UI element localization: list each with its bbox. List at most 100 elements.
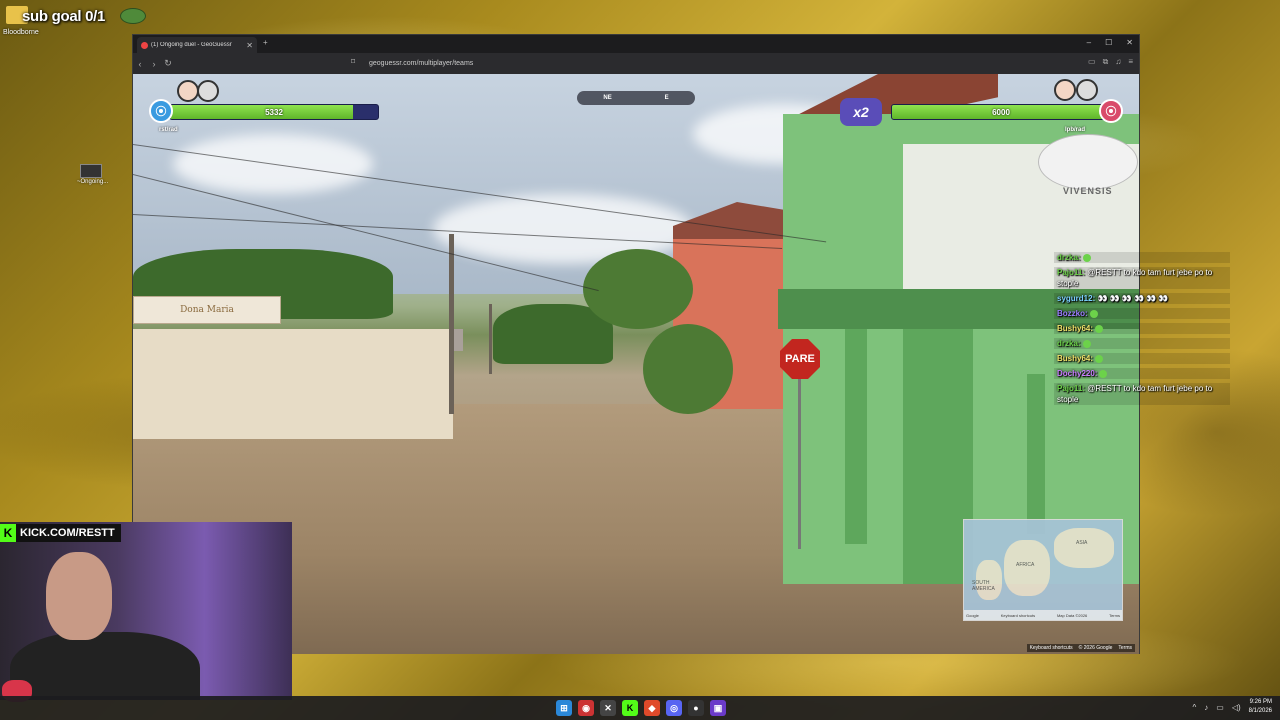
compass-e: E bbox=[664, 95, 669, 101]
palm-tree bbox=[583, 249, 693, 329]
minimap-label-south-america: SOUTH AMERICA bbox=[972, 580, 995, 592]
chat-username[interactable]: drzka: bbox=[1057, 339, 1081, 348]
maximize-button[interactable]: ☐ bbox=[1105, 38, 1112, 47]
kick-app-icon[interactable]: K bbox=[622, 700, 638, 716]
network-icon[interactable]: ▭ bbox=[1216, 703, 1224, 712]
left-team-pin-icon: ⦿ bbox=[149, 99, 173, 123]
stop-sign-text: PARE bbox=[785, 353, 815, 365]
close-window-button[interactable]: ✕ bbox=[1126, 38, 1133, 47]
cast-icon[interactable]: ▭ bbox=[1088, 57, 1096, 67]
mic-icon[interactable]: ♪ bbox=[1204, 703, 1208, 712]
chat-message: drzka: bbox=[1054, 252, 1230, 263]
chat-emote-icon bbox=[1089, 309, 1098, 318]
volume-icon[interactable]: ◁) bbox=[1232, 703, 1241, 712]
music-icon[interactable]: ♫ bbox=[1115, 57, 1121, 67]
window-controls: – ☐ ✕ bbox=[1087, 38, 1133, 47]
menu-icon[interactable]: ≡ bbox=[1128, 57, 1133, 67]
back-button[interactable]: ‹ bbox=[133, 59, 147, 69]
player-avatar bbox=[1054, 79, 1076, 101]
chat-username[interactable]: Bozzko: bbox=[1057, 309, 1088, 318]
chat-emote-icon bbox=[1099, 369, 1108, 378]
chat-message: Bushy64: bbox=[1054, 353, 1230, 364]
clock[interactable]: 9:26 PM 8/1/2026 bbox=[1249, 698, 1272, 716]
chat-message: Bushy64: bbox=[1054, 323, 1230, 334]
system-tray: ^ ♪ ▭ ◁) 9:26 PM 8/1/2026 bbox=[1192, 698, 1272, 716]
street-terms-link[interactable]: Terms bbox=[1118, 645, 1132, 651]
minimap-label-asia: ASIA bbox=[1076, 540, 1088, 546]
tab-title: (1) Ongoing duel - GeoGuessr bbox=[151, 42, 232, 48]
street-shortcuts-link[interactable]: Keyboard shortcuts bbox=[1030, 645, 1073, 651]
nav-bar: ‹ › ↻ ⌑ geoguessr.com/multiplayer/teams … bbox=[133, 53, 1139, 74]
chat-username[interactable]: drzka: bbox=[1057, 253, 1081, 262]
sub-goal-text: sub goal 0/1 bbox=[22, 8, 106, 25]
brave-browser-icon[interactable]: ◆ bbox=[644, 700, 660, 716]
webcam-feed bbox=[0, 522, 292, 700]
chat-username[interactable]: Bushy64: bbox=[1057, 324, 1093, 333]
obs-icon[interactable]: ● bbox=[688, 700, 704, 716]
streamer-body bbox=[10, 632, 200, 700]
kick-logo-icon: K bbox=[0, 524, 16, 542]
forward-button[interactable]: › bbox=[147, 59, 161, 69]
minimap-terms[interactable]: Terms bbox=[1109, 613, 1120, 618]
x-app-icon[interactable]: ✕ bbox=[600, 700, 616, 716]
utility-pole bbox=[449, 234, 454, 414]
chat-username[interactable]: Bushy64: bbox=[1057, 354, 1093, 363]
chat-emote-icon bbox=[1095, 324, 1104, 333]
chat-text: 👀 👀 👀 👀 👀 👀 bbox=[1097, 294, 1169, 303]
minimap-africa bbox=[1004, 540, 1050, 596]
taskbar-apps: ⊞ ◉ ✕ K ◆ ◎ ● ▣ bbox=[556, 700, 726, 716]
clock-time: 9:26 PM bbox=[1249, 699, 1272, 705]
player-avatar bbox=[197, 80, 219, 102]
minimap-map-data: Map Data ©2026 bbox=[1056, 612, 1088, 618]
discord-icon[interactable]: ◎ bbox=[666, 700, 682, 716]
minimap-shortcuts[interactable]: Keyboard shortcuts bbox=[1001, 613, 1035, 618]
tray-chevron-icon[interactable]: ^ bbox=[1192, 703, 1196, 712]
chat-emote-icon bbox=[1095, 354, 1104, 363]
chat-message: Bozzko: bbox=[1054, 308, 1230, 319]
minimap-footer: Google Keyboard shortcuts Map Data ©2026… bbox=[964, 610, 1122, 620]
reload-button[interactable]: ↻ bbox=[161, 58, 175, 69]
dish-brand-text: VIVENSIS bbox=[1063, 186, 1113, 196]
desktop-file-label: ~Ongoing... bbox=[77, 179, 109, 185]
chat-username[interactable]: sygurd12: bbox=[1057, 294, 1095, 303]
chat-username[interactable]: Dochy220: bbox=[1057, 369, 1097, 378]
minimap-label-africa: AFRICA bbox=[1016, 562, 1035, 568]
green-pillar bbox=[1027, 374, 1045, 534]
streamer-head bbox=[46, 552, 112, 640]
new-tab-button[interactable]: + bbox=[263, 38, 268, 47]
bookmark-icon[interactable]: ⌑ bbox=[351, 57, 355, 66]
guess-minimap[interactable]: AFRICA SOUTH AMERICA ASIA Google Keyboar… bbox=[963, 519, 1123, 621]
tab-close-icon[interactable]: ✕ bbox=[246, 41, 253, 50]
chat-username[interactable]: Pajo11: bbox=[1057, 384, 1085, 393]
start-icon[interactable]: ⊞ bbox=[556, 700, 572, 716]
minimap-asia bbox=[1054, 528, 1114, 568]
stream-chat: drzka: Pajo11: @RESTT to kdo tam furt jeb… bbox=[1054, 252, 1230, 409]
right-team-score: 6000 bbox=[992, 107, 1010, 117]
chat-emote-icon bbox=[1082, 339, 1091, 348]
frog-emote-icon bbox=[120, 8, 146, 24]
satellite-dish bbox=[1038, 134, 1138, 190]
minimap-google-logo: Google bbox=[966, 612, 979, 618]
toolbar-right: ▭ ⧉ ♫ ≡ bbox=[1088, 57, 1133, 67]
stop-sign: PARE bbox=[780, 339, 820, 379]
green-pillar bbox=[845, 329, 867, 544]
streamer-app-icon[interactable]: ▣ bbox=[710, 700, 726, 716]
tab-geoguessr[interactable]: (1) Ongoing duel - GeoGuessr ✕ bbox=[137, 37, 257, 53]
player-avatar bbox=[177, 80, 199, 102]
chat-username[interactable]: Pajo11: bbox=[1057, 268, 1085, 277]
geoguessr-favicon-icon bbox=[141, 41, 148, 49]
left-team-score: 5332 bbox=[265, 107, 283, 117]
folder-label: Bloodborne bbox=[3, 29, 39, 36]
street-copyright: © 2026 Google bbox=[1078, 645, 1113, 651]
extension-icon[interactable]: ⧉ bbox=[1103, 57, 1109, 67]
chat-message: Pajo11: @RESTT to kdo tam furt jebe po t… bbox=[1054, 267, 1230, 289]
minimize-button[interactable]: – bbox=[1087, 38, 1091, 47]
address-bar[interactable]: geoguessr.com/multiplayer/teams bbox=[369, 56, 883, 71]
chat-message: sygurd12: 👀 👀 👀 👀 👀 👀 bbox=[1054, 293, 1230, 304]
desktop-file-icon[interactable] bbox=[80, 164, 102, 178]
chat-emote-icon bbox=[1082, 253, 1091, 262]
compass-ne: NE bbox=[603, 95, 612, 101]
geoguessr-app-icon[interactable]: ◉ bbox=[578, 700, 594, 716]
chat-message: Dochy220: bbox=[1054, 368, 1230, 379]
chat-message: Pajo11: @RESTT to kdo tam furt jebe po t… bbox=[1054, 383, 1230, 405]
